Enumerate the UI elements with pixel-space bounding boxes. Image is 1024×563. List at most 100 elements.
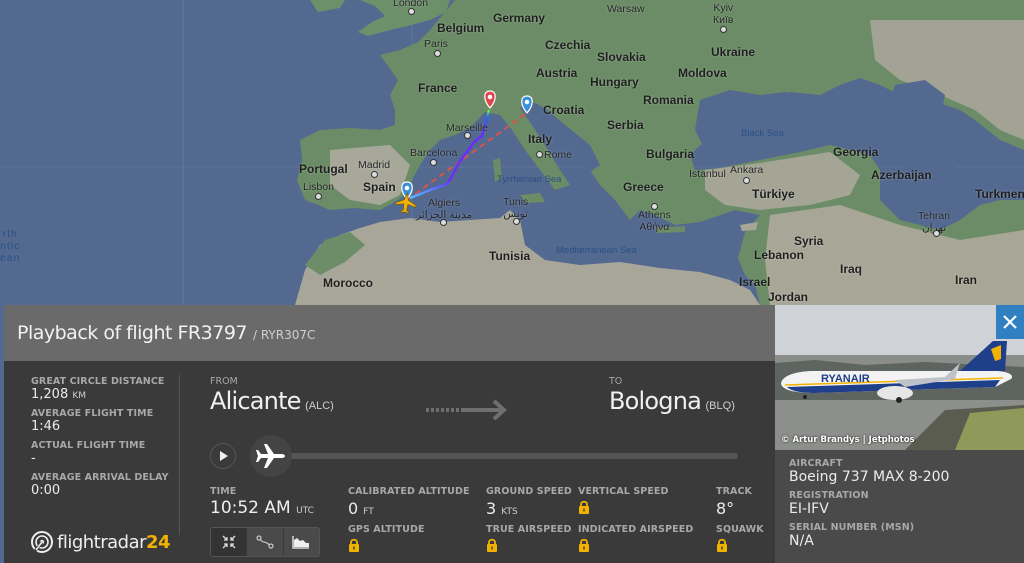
panel-header: Playback of flight FR3797 / RYR307C — [4, 305, 775, 361]
time-label: TIME — [210, 486, 237, 497]
country-label: Czechia — [545, 38, 591, 52]
city-marker-icon — [743, 177, 750, 184]
field-label: REGISTRATION — [789, 490, 869, 501]
origin-code: (ALC) — [305, 400, 334, 412]
aircraft-type: AIRCRAFT Boeing 737 MAX 8-200 — [789, 458, 1024, 485]
country-label: Israel — [739, 275, 771, 289]
city-label: Tunis تونس — [503, 196, 529, 220]
country-label: Tunisia — [489, 249, 531, 263]
indicated-airspeed: INDICATED AIRSPEED — [578, 524, 693, 557]
squawk: SQUAWK — [716, 524, 764, 557]
country-label: Bulgaria — [646, 147, 695, 161]
country-label: Austria — [536, 66, 578, 80]
country-label: Syria — [794, 234, 824, 248]
time: TIME 10:52 AM UTC — [210, 486, 314, 518]
destination-airport[interactable]: TO Bologna (BLQ) — [609, 376, 735, 415]
airline-livery-text: RYANAIR — [821, 373, 870, 385]
lock-icon[interactable] — [578, 538, 590, 557]
altitude-unit: FT — [363, 507, 374, 517]
collapse-arrows-icon — [222, 535, 236, 549]
route-arrow-icon — [426, 399, 507, 421]
country-label: Iraq — [840, 262, 863, 276]
close-button[interactable] — [996, 305, 1024, 339]
city-label: Ankara — [730, 164, 764, 176]
track: TRACK 8° — [716, 486, 752, 518]
country-label: Georgia — [833, 145, 879, 159]
country-label: Morocco — [323, 276, 374, 290]
lock-icon[interactable] — [348, 538, 360, 557]
city-marker-icon — [315, 193, 322, 200]
cell-label: TRUE AIRSPEED — [486, 524, 572, 535]
country-label: Serbia — [607, 118, 644, 132]
stat-great-circle-distance: GREAT CIRCLE DISTANCE 1,208 KM — [31, 376, 181, 402]
from-label: FROM — [210, 376, 238, 387]
country-label: Italy — [528, 132, 553, 146]
gps-altitude: GPS ALTITUDE — [348, 524, 425, 557]
distance-value: 1,208 — [31, 387, 69, 402]
lock-icon[interactable] — [716, 538, 728, 557]
stat-average-arrival-delay: AVERAGE ARRIVAL DELAY 0:00 — [31, 472, 181, 498]
country-label: Greece — [623, 180, 664, 194]
cell-label: INDICATED AIRSPEED — [578, 524, 694, 535]
playback-slider-handle[interactable] — [250, 435, 292, 477]
country-label: Lebanon — [754, 248, 804, 262]
country-label: France — [418, 81, 458, 95]
city-label: Algiers مدينة الجزائر — [416, 197, 473, 221]
cell-label: GROUND SPEED — [486, 486, 572, 497]
photo-credit[interactable]: © Artur Brandys | Jetphotos — [781, 435, 915, 445]
country-label: Azerbaijan — [871, 168, 932, 182]
route-path-icon — [256, 535, 274, 549]
field-label: SERIAL NUMBER (MSN) — [789, 522, 915, 533]
city-marker-icon — [408, 8, 415, 15]
playback-controls — [210, 435, 740, 477]
stat-actual-flight-time: ACTUAL FLIGHT TIME - — [31, 440, 181, 466]
destination-code: (BLQ) — [705, 400, 735, 412]
play-button[interactable] — [210, 443, 236, 469]
city-label: Kyiv Київ — [713, 2, 734, 26]
ground-speed: GROUND SPEED 3 KTS — [486, 486, 572, 518]
route-view-button[interactable] — [247, 528, 284, 556]
aircraft-panel: RYANAIR © Artur Brandys | Jetphotos AIRC… — [775, 305, 1024, 563]
field-label: AIRCRAFT — [789, 458, 843, 469]
black-sea — [695, 90, 830, 155]
stat-average-flight-time: AVERAGE FLIGHT TIME 1:46 — [31, 408, 181, 434]
sea-label: Tyrrhenian Sea — [497, 174, 562, 185]
collapse-view-button[interactable] — [211, 528, 248, 556]
city-marker-icon — [536, 151, 543, 158]
stat-value: 1:46 — [31, 419, 61, 434]
aircraft-photo[interactable]: RYANAIR © Artur Brandys | Jetphotos — [775, 305, 1024, 450]
origin-city: Alicante — [210, 387, 301, 415]
country-label: Romania — [643, 93, 694, 107]
stat-label: GREAT CIRCLE DISTANCE — [31, 376, 165, 387]
callsign: / RYR307C — [253, 328, 316, 342]
city-marker-icon — [513, 218, 520, 225]
city-marker-icon — [430, 159, 437, 166]
field-value: Boeing 737 MAX 8-200 — [789, 469, 950, 485]
close-icon — [1003, 315, 1017, 329]
flight-stats: GREAT CIRCLE DISTANCE 1,208 KM AVERAGE F… — [31, 376, 181, 504]
sea-label: Mediterranean Sea — [556, 245, 637, 256]
flight-playback-panel: Playback of flight FR3797 / RYR307C GREA… — [4, 305, 775, 563]
ocean-label: rth ntic ean — [0, 228, 21, 264]
airplane-icon — [256, 444, 285, 468]
lock-icon[interactable] — [578, 500, 590, 519]
city-marker-icon — [371, 171, 378, 178]
land-cyprus — [740, 222, 758, 231]
flightradar24-logo[interactable]: flightradar24 — [31, 531, 171, 553]
altitude-graph-button[interactable] — [284, 528, 319, 556]
play-icon — [220, 451, 228, 461]
radar-logo-icon — [31, 531, 53, 553]
panel-title: Playback of flight FR3797 — [17, 322, 248, 344]
speed-value: 3 — [486, 499, 497, 518]
area-chart-icon — [292, 536, 310, 549]
time-zone: UTC — [296, 506, 314, 516]
country-label: Türkiye — [752, 187, 795, 201]
vertical-speed: VERTICAL SPEED — [578, 486, 669, 519]
cell-label: VERTICAL SPEED — [578, 486, 669, 497]
origin-airport[interactable]: FROM Alicante (ALC) — [210, 376, 334, 415]
city-label: Lisbon — [303, 181, 334, 193]
playback-slider[interactable] — [258, 453, 738, 459]
city-label: Rome — [544, 149, 573, 161]
divider — [179, 375, 180, 535]
lock-icon[interactable] — [486, 538, 498, 557]
